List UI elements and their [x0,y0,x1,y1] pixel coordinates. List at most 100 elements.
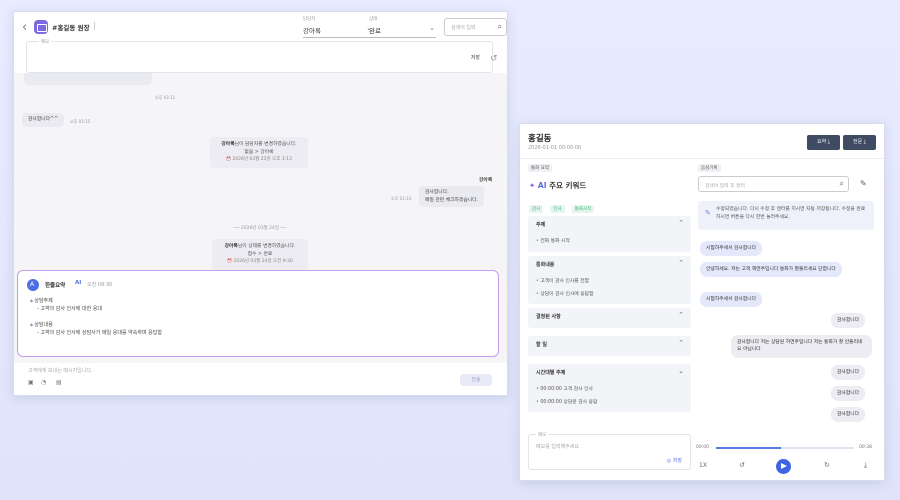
rewind-icon[interactable]: ↺ [739,461,745,469]
download-icon[interactable]: ⤓ [864,461,867,470]
history-icon[interactable]: ↺ [490,54,498,64]
sparkle-icon: ✦ [529,181,536,190]
message-bubble-partial [24,73,152,85]
progress-track[interactable] [716,447,854,449]
ai-summary-title: 한줄요약 [45,283,66,289]
download-summary-button[interactable]: 요약 ⤓ [807,135,840,150]
attach-image-icon[interactable]: ▣ [28,379,34,386]
section-item: 00:00:00 상담원 감사 응답 [536,397,597,410]
total-time: 00:38 [859,445,872,450]
keyword-title: ✦ AI 주요 키워드 [529,180,586,191]
room-title: #홍길동 원장 [52,22,95,32]
topic-heading: 상담주제 [30,297,162,305]
section-title: 결정된 사항 [536,314,561,320]
template-icon[interactable]: ▤ [56,379,62,386]
status-select[interactable]: 상태 완료 ⌄ [369,16,436,38]
message-bubble: 감사합니다^^ [22,113,65,127]
chevron-up-icon[interactable]: ⌃ [678,339,684,347]
content-item: - 고객의 감사 인사에 상담사가 메일 응대를 약속하며 응답함 [37,329,162,336]
back-icon[interactable]: ‹ [22,20,27,35]
system-notice-assignee: 강아록님이 담당자를 변경하였습니다. 없음 > 강아록 2026년 03월 2… [210,137,308,168]
memo-save-label: 저장 [672,458,682,464]
actor-name: 강아록 [221,142,235,147]
audio-player: 00:00 00:38 1X ↺ ↻ ⤓ [696,441,876,479]
search-input[interactable]: 검색어 입력 ⌕ [444,18,507,36]
chevron-down-icon[interactable]: ⌄ [678,367,684,375]
transcript-message: 감사합니다 저는 상담원 허면주입니다 저는 통화가 잘 안들리네요 아닙니다 [731,335,872,358]
chevron-up-icon[interactable]: ⌃ [678,259,684,267]
assignee-value: 강아록 [303,27,321,35]
send-button[interactable]: 전송 [460,374,492,386]
transcript-message: 감사합니다 [831,407,866,423]
emoji-icon[interactable]: ◔ [41,379,46,386]
customer-name: 홍길동 [528,134,552,144]
memo-placeholder: 메모를 입력해주세요 [536,444,579,450]
search-icon[interactable]: ⌕ [840,179,844,189]
message-time: 오후 03:11 [155,95,176,100]
topic-item: - 고객의 감사 인사에 대한 응대 [37,306,102,313]
search-placeholder: 검색어 입력 [451,25,476,31]
section-title: 주제 [536,222,546,228]
ai-logo-icon [27,279,39,291]
play-button[interactable] [776,459,791,474]
date-separator: ── 2026년 03월 24일 ── [234,226,286,231]
ai-badge: AI [537,181,547,190]
system-text: 님이 담당자를 변경하였습니다. [234,142,297,147]
section-item: 고객이 감사 인사를 전함 [536,276,593,289]
transcript-message: 시험하주세서 감사합니다 [700,292,763,308]
transcript-section-label: 음성기록 [698,164,721,172]
content-heading: 상담내용 [30,321,162,329]
message-compose[interactable]: 고객에게 보내는 메시지입니다. ▣ ◔ ▤ 전송 [26,363,496,393]
memo-field[interactable]: 메모 저장 [26,39,493,73]
system-timestamp: 2026년 03월 24일 오전 9:30 [218,258,302,265]
ai-badge: AI [75,280,82,286]
edit-pencil-icon[interactable]: ✎ [860,179,867,188]
agent-line-1: 감사합니다. [425,190,449,195]
chevron-up-icon[interactable]: ⌃ [678,311,684,319]
section-topic[interactable]: 주제 ⌃ 전화 통화 시작 [528,216,691,252]
section-todo[interactable]: 할 일 ⌃ [528,336,691,356]
transcript-message: 감사합니다 [831,386,866,402]
section-title: 통화내용 [536,262,555,268]
transcript-message: 감사합니다 [831,365,866,381]
section-title: 할 일 [536,342,547,348]
ai-summary-body: 상담주제 - 고객의 감사 인사에 대한 응대 상담내용 - 고객의 감사 인사… [30,297,162,337]
call-record-window: 홍길동 2026-01-01 00:00:00 요약 ⤓ 전문 ⤓ 통화 요약 … [519,123,885,481]
pencil-icon: ✎ [705,209,711,217]
actor-name: 강아록 [224,244,238,249]
transcript-search-input[interactable]: 검색어 입력 후 엔터 ⌕ [698,176,849,192]
ai-summary-card: 한줄요약 AI 오전 09:30 상담주제 - 고객의 감사 인사에 대한 응대… [17,270,499,357]
memo-label: 메모 [536,432,549,438]
assignee-select[interactable]: 담당자 강아록 ⌄ [303,16,373,38]
section-item: 00:00:00 고객 감사 인사 [536,384,597,397]
ai-summary-time: 오전 09:30 [87,282,113,288]
search-placeholder: 검색어 입력 후 엔터 [705,184,745,189]
section-item: 상담이 감사 인사에 응답함 [536,289,593,302]
memo-save-button[interactable]: ◎ 저장 [667,457,682,464]
section-title: 시간대별 주제 [536,370,566,376]
system-notice-status: 강아록님이 상태를 변경하였습니다. 접수 > 완료 2026년 03월 24일… [212,239,308,270]
agent-name-tag: 강아록 [479,178,493,183]
memo-label: 메모 [39,39,52,45]
speed-button[interactable]: 1X [699,462,707,469]
summary-section-label: 통화 요약 [528,164,552,172]
memo-save-button[interactable]: 저장 [471,54,480,61]
system-timestamp: 2026년 03월 23일 오후 3:13 [216,156,302,163]
section-call-content[interactable]: 통화내용 ⌃ 고객이 감사 인사를 전함 상담이 감사 인사에 응답함 [528,256,691,304]
forward-icon[interactable]: ↻ [824,461,830,469]
memo-field[interactable]: 메모 메모를 입력해주세요 ◎ 저장 [528,432,691,470]
search-icon[interactable]: ⌕ [498,22,502,32]
agent-line-2: 메일 관련 체크하겠습니다. [425,197,479,203]
chevron-up-icon[interactable]: ⌃ [678,219,684,227]
keyword-tag: 인사 [550,205,565,213]
chat-area[interactable]: 오후 03:11 감사합니다^^ 오후 03:15 강아록님이 담당자를 변경하… [14,73,507,363]
section-timeline[interactable]: 시간대별 주제 ⌄ 00:00:00 고객 감사 인사 00:00:00 상담원… [528,364,691,412]
message-time: 오후 03:14 [391,196,412,201]
download-full-button[interactable]: 전문 ⤓ [843,135,876,150]
edit-notice: ✎ 수정되었습니다. 다시 수정 후 엔터를 치시면 자동 저장됩니다. 수정을… [698,201,874,230]
progress-fill [716,447,781,449]
current-time: 00:00 [696,445,709,450]
header-divider [520,158,884,159]
assignee-label: 담당자 [303,17,316,22]
section-decisions[interactable]: 결정된 사항 ⌃ [528,308,691,328]
